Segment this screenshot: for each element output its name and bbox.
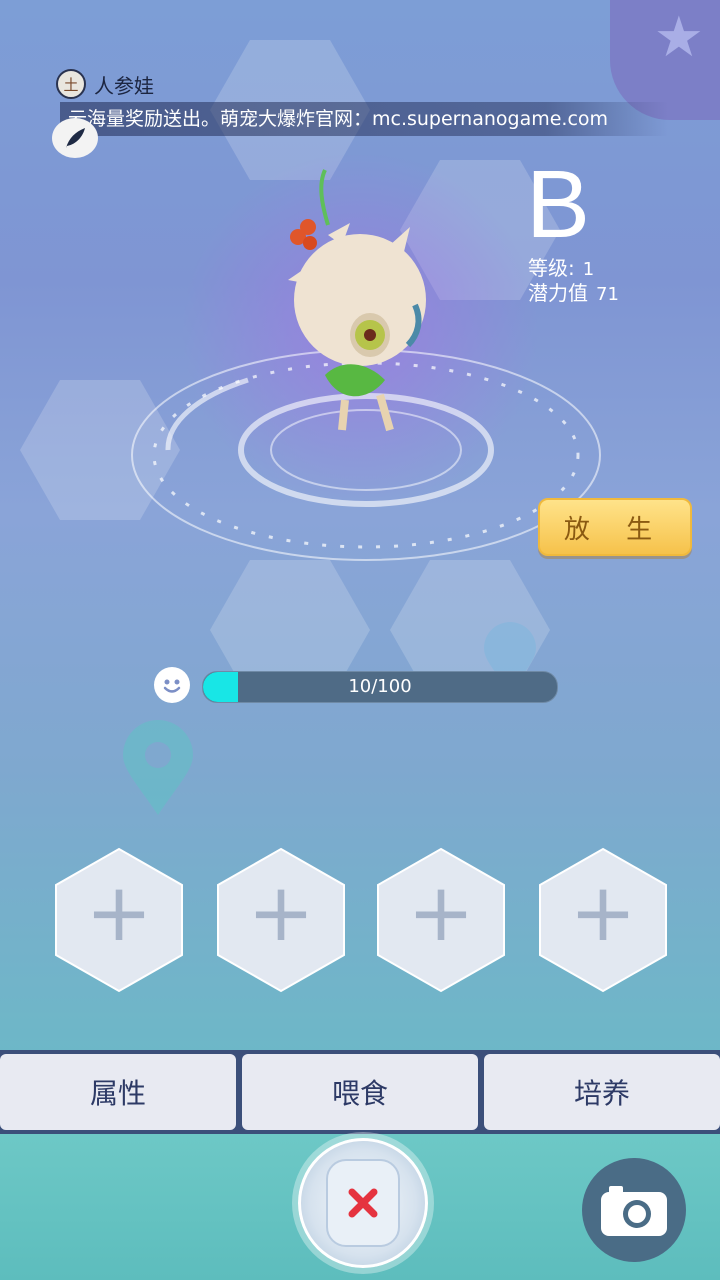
plus-icon: + — [569, 866, 636, 959]
tab-train[interactable]: 培养 — [484, 1054, 720, 1130]
level-label: 等级: — [528, 256, 575, 280]
pet-name: 人参娃 — [94, 73, 154, 98]
potential-value: 71 — [596, 284, 619, 305]
skill-slot-1[interactable]: + — [52, 845, 186, 995]
plus-icon: + — [247, 866, 314, 959]
camera-button[interactable] — [582, 1158, 686, 1262]
tab-attributes[interactable]: 属性 — [0, 1054, 236, 1130]
element-badge: 土 — [56, 69, 86, 99]
level-value: 1 — [582, 259, 595, 280]
tab-feed[interactable]: 喂食 — [242, 1054, 478, 1130]
star-icon: ★ — [653, 5, 704, 70]
release-button[interactable]: 放 生 — [538, 498, 692, 556]
plus-icon: + — [407, 866, 474, 959]
bottom-tab-bar: 属性 喂食 培养 — [0, 1050, 720, 1134]
pet-grade: B — [526, 151, 591, 258]
pet-creature — [288, 169, 426, 432]
skill-slot-2[interactable]: + — [214, 845, 348, 995]
leaf-icon[interactable] — [52, 118, 98, 158]
potential-label: 潜力值 — [528, 281, 588, 305]
camera-icon — [601, 1186, 667, 1236]
mood-progress-text: 10/100 — [348, 676, 412, 697]
smiley-icon — [154, 667, 190, 703]
mood-progress-bar: 10/100 — [202, 671, 558, 703]
close-x-icon — [326, 1159, 400, 1247]
skill-slots: + + + + — [52, 845, 672, 995]
skill-slot-3[interactable]: + — [374, 845, 508, 995]
pet-name-row: 土 人参娃 — [56, 69, 154, 99]
level-line: 等级: 1 — [528, 256, 594, 282]
potential-line: 潜力值 71 — [528, 281, 619, 307]
plus-icon: + — [85, 866, 152, 959]
location-pin-icon — [123, 720, 193, 815]
announcement-marquee: 云海量奖励送出。萌宠大爆炸官网：mc.supernanogame.com — [60, 102, 668, 136]
close-button[interactable] — [298, 1138, 428, 1268]
skill-slot-4[interactable]: + — [536, 845, 670, 995]
